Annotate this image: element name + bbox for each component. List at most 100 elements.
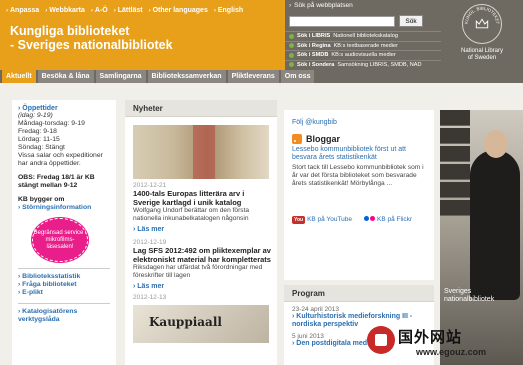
crown-seal-icon: KUNGL. BIBLIOTEKET	[462, 4, 502, 44]
social-panel: Följ @kungbib Bloggar Lessebo kommunbibl…	[284, 110, 434, 280]
kb-logo[interactable]: KUNGL. BIBLIOTEKET National Library of S…	[441, 0, 523, 70]
news-title[interactable]: 1400-tals Europas litterära arv i Sverig…	[133, 189, 273, 207]
closure-notice: OBS: Fredag 18/1 är KB stängt mellan 9-1…	[18, 174, 95, 189]
search-input[interactable]	[289, 16, 395, 27]
db-name: Sök i Sondera	[297, 61, 335, 68]
news-item: 2012-12-19 Lag SFS 2012:492 om pliktexem…	[125, 239, 277, 290]
hours-line: Lördag: 11-15	[18, 136, 60, 143]
librarian-figure	[470, 150, 520, 300]
utility-link-label: English	[217, 7, 244, 14]
read-more-link[interactable]: › Läs mer	[133, 283, 273, 290]
go-icon	[289, 62, 294, 68]
nav-item-pliktleverans[interactable]: Pliktleverans	[227, 70, 279, 83]
news-title[interactable]: Lag SFS 2012:492 om pliktexemplar av ele…	[133, 246, 273, 264]
db-name: Sök i SMDB	[297, 52, 329, 59]
db-desc: Nationell bibliotekskatalog	[333, 33, 398, 40]
read-more-link[interactable]: › Läs mer	[133, 226, 273, 233]
nav-item-besoka-lana[interactable]: Besöka & låna	[37, 70, 94, 83]
utility-link-label: Lättläst	[117, 7, 143, 14]
divider	[18, 303, 110, 304]
news-date: 2012-12-19	[133, 239, 167, 246]
hours-heading[interactable]: › Öppettider	[18, 105, 110, 112]
news-summary: Wolfgang Undorf berättar om den första n…	[133, 207, 250, 222]
utility-link-lattlast[interactable]: › Lättläst	[114, 7, 143, 14]
utility-link-other-languages[interactable]: › Other languages	[149, 7, 208, 14]
utility-link-a-o[interactable]: › A-Ö	[91, 7, 108, 14]
site-title[interactable]: Kungliga biblioteket - Sveriges national…	[10, 24, 173, 52]
utility-link-label: Other languages	[152, 7, 208, 14]
nav-item-om-oss[interactable]: Om oss	[280, 70, 315, 83]
db-desc: Samsökning LIBRIS, SMDB, NAD	[337, 61, 422, 68]
rss-icon[interactable]	[292, 134, 302, 144]
photo-caption-line1: Sveriges	[444, 288, 472, 295]
archive-shelf	[440, 146, 470, 162]
logo-caption: National Library of Sweden	[441, 48, 523, 62]
hours-line: Vissa salar och expeditioner	[18, 152, 103, 159]
utility-link-webbkarta[interactable]: › Webbkarta	[45, 7, 85, 14]
arrow-icon: ›	[289, 2, 292, 9]
hours-line: Söndag: Stängt	[18, 144, 65, 151]
flickr-link[interactable]: KB på Flickr	[364, 216, 412, 223]
news-image-manuscript[interactable]	[133, 125, 269, 179]
utility-link-anpassa[interactable]: › Anpassa	[6, 7, 39, 14]
watermark: 国外网站 www.egouz.com	[362, 323, 523, 365]
nav-item-aktuellt[interactable]: Aktuellt	[2, 70, 36, 83]
arrow-icon: ›	[148, 7, 151, 14]
db-link-libris[interactable]: Sök i LIBRIS Nationell bibliotekskatalog	[285, 31, 441, 41]
arrow-icon: ›	[6, 7, 8, 14]
db-link-sondera[interactable]: Sök i Sondera Samsökning LIBRIS, SMDB, NA…	[285, 59, 441, 70]
hours-line: Måndag-torsdag: 9-19	[18, 120, 85, 127]
logo-caption-line2: of Sweden	[467, 55, 497, 61]
blog-heading: Bloggar	[306, 134, 341, 144]
db-name: Sök i LIBRIS	[297, 33, 331, 40]
database-list: Sök i LIBRIS Nationell bibliotekskatalog …	[285, 31, 441, 69]
link-label: Biblioteksstatistik	[22, 273, 81, 280]
link-ask-library[interactable]: › Fråga biblioteket	[18, 281, 110, 289]
twitter-follow-link[interactable]: Följ @kungbib	[292, 119, 426, 126]
photo-caption: Sveriges nationalbibliotek	[444, 288, 494, 304]
newspaper-headline: Kauppiaall	[149, 315, 222, 329]
hours-line: Fredag: 9-18	[18, 128, 57, 135]
news-date: 2012-12-21	[133, 182, 167, 189]
utility-link-english[interactable]: › English	[214, 7, 243, 14]
badge-text: Begränsad service i mikrofilms-läsesalen…	[33, 229, 87, 250]
archive-shelf	[440, 128, 470, 144]
manuscript-illumination	[193, 125, 215, 179]
blog-post-link[interactable]: Lessebo kommunbibliotek först ut att bes…	[292, 146, 426, 162]
search-button[interactable]: Sök	[399, 15, 423, 27]
blog-post-excerpt: Stort tack till Lessebo kommunbibliotek …	[292, 164, 424, 187]
link-statistics[interactable]: › Biblioteksstatistik	[18, 273, 110, 281]
link-label: Läs mer	[137, 283, 165, 290]
db-desc: KB:s textbaserade medier	[333, 42, 398, 49]
rebuild-heading: KB bygger om	[18, 196, 65, 203]
link-label: KB på YouTube	[307, 216, 353, 223]
utility-link-label: Anpassa	[10, 7, 40, 14]
main-nav: Aktuellt Besöka & låna Samlingarna Bibli…	[0, 70, 523, 83]
arrow-icon: ›	[113, 7, 116, 14]
news-image-newspaper[interactable]: Kauppiaall	[133, 305, 269, 343]
news-panel: Nyheter 2012-12-21 1400-tals Europas lit…	[125, 100, 277, 365]
link-label: Läs mer	[137, 226, 165, 233]
nav-item-bibliotekssamverkan[interactable]: Bibliotekssamverkan	[147, 70, 226, 83]
news-heading: Nyheter	[125, 100, 277, 117]
watermark-url: www.egouz.com	[416, 347, 487, 357]
news-date: 2012-12-13	[133, 294, 167, 301]
link-label: KB på Flickr	[377, 216, 413, 223]
hours-heading-text: Öppettider	[22, 105, 58, 112]
blog-heading-row: Bloggar	[292, 134, 426, 144]
db-link-regina[interactable]: Sök i Regina KB:s textbaserade medier	[285, 40, 441, 51]
link-cataloguer-toolbox[interactable]: › Katalogisatörens verktygslåda	[18, 308, 110, 324]
go-icon	[289, 33, 294, 39]
disruption-info-link[interactable]: › Störningsinformation	[18, 204, 110, 212]
db-name: Sök i Regina	[297, 42, 331, 49]
event-date: 23-24 april 2013	[292, 306, 339, 313]
search-label: › Sök på webbplatsen	[289, 2, 353, 9]
youtube-link[interactable]: You KB på YouTube	[292, 216, 353, 224]
service-notice-badge[interactable]: Begränsad service i mikrofilms-läsesalen…	[32, 218, 88, 262]
search-label-text: Sök på webbplatsen	[294, 2, 353, 9]
watermark-logo-icon	[367, 326, 395, 354]
link-label: Störningsinformation	[22, 204, 92, 211]
db-link-smdb[interactable]: Sök i SMDB KB:s audiovisuella medier	[285, 50, 441, 60]
nav-item-samlingarna[interactable]: Samlingarna	[95, 70, 146, 83]
link-e-plikt[interactable]: › E-plikt	[18, 289, 110, 297]
